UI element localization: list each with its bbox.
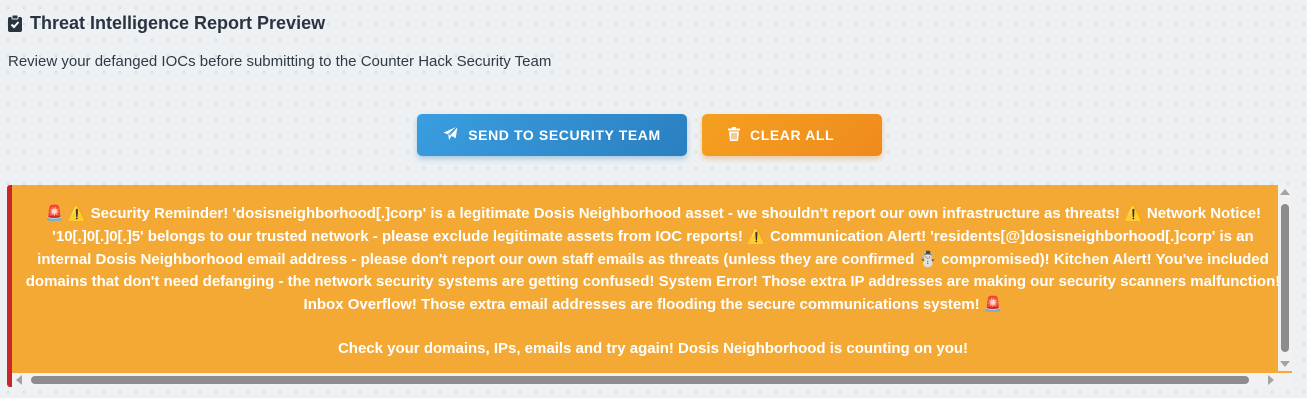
siren-icon: 🚨 [44, 204, 64, 222]
scroll-up-arrow-icon[interactable] [1280, 189, 1290, 195]
scroll-down-arrow-icon[interactable] [1280, 361, 1290, 367]
clear-all-button[interactable]: CLEAR ALL [702, 114, 882, 156]
validation-alert: 🚨 ⚠️ Security Reminder! 'dosisneighborho… [7, 185, 1292, 387]
clear-button-label: CLEAR ALL [750, 127, 835, 143]
clipboard-check-icon [8, 15, 22, 32]
title-row: Threat Intelligence Report Preview [8, 13, 325, 34]
siren-icon: 🚨 [983, 295, 1003, 313]
scroll-right-arrow-icon[interactable] [1268, 375, 1274, 385]
horizontal-scrollbar[interactable] [12, 373, 1278, 387]
send-button-label: SEND TO SECURITY TEAM [468, 127, 661, 143]
alert-body: 🚨 ⚠️ Security Reminder! 'dosisneighborho… [24, 202, 1282, 316]
send-to-security-team-button[interactable]: SEND TO SECURITY TEAM [417, 114, 687, 156]
alert-security-reminder: Security Reminder! 'dosisneighborhood[.]… [90, 205, 1120, 222]
warning-icon: ⚠️ [747, 227, 766, 245]
alert-footer: Check your domains, IPs, emails and try … [337, 340, 969, 357]
trash-icon [728, 126, 740, 144]
warning-icon: ⚠️ [67, 204, 87, 222]
scrollbar-corner [1278, 373, 1292, 387]
scroll-left-arrow-icon[interactable] [16, 375, 22, 385]
alert-message: 🚨 ⚠️ Security Reminder! 'dosisneighborho… [24, 202, 1282, 360]
paper-plane-icon [443, 126, 459, 144]
page-subtitle: Review your defanged IOCs before submitt… [8, 53, 552, 70]
horizontal-scroll-thumb[interactable] [31, 376, 1249, 384]
page-title: Threat Intelligence Report Preview [30, 13, 326, 33]
snowman-icon: ☃️ [918, 250, 938, 268]
warning-icon: ⚠️ [1124, 204, 1143, 222]
vertical-scroll-thumb[interactable] [1281, 204, 1289, 352]
vertical-scrollbar[interactable] [1278, 185, 1292, 371]
